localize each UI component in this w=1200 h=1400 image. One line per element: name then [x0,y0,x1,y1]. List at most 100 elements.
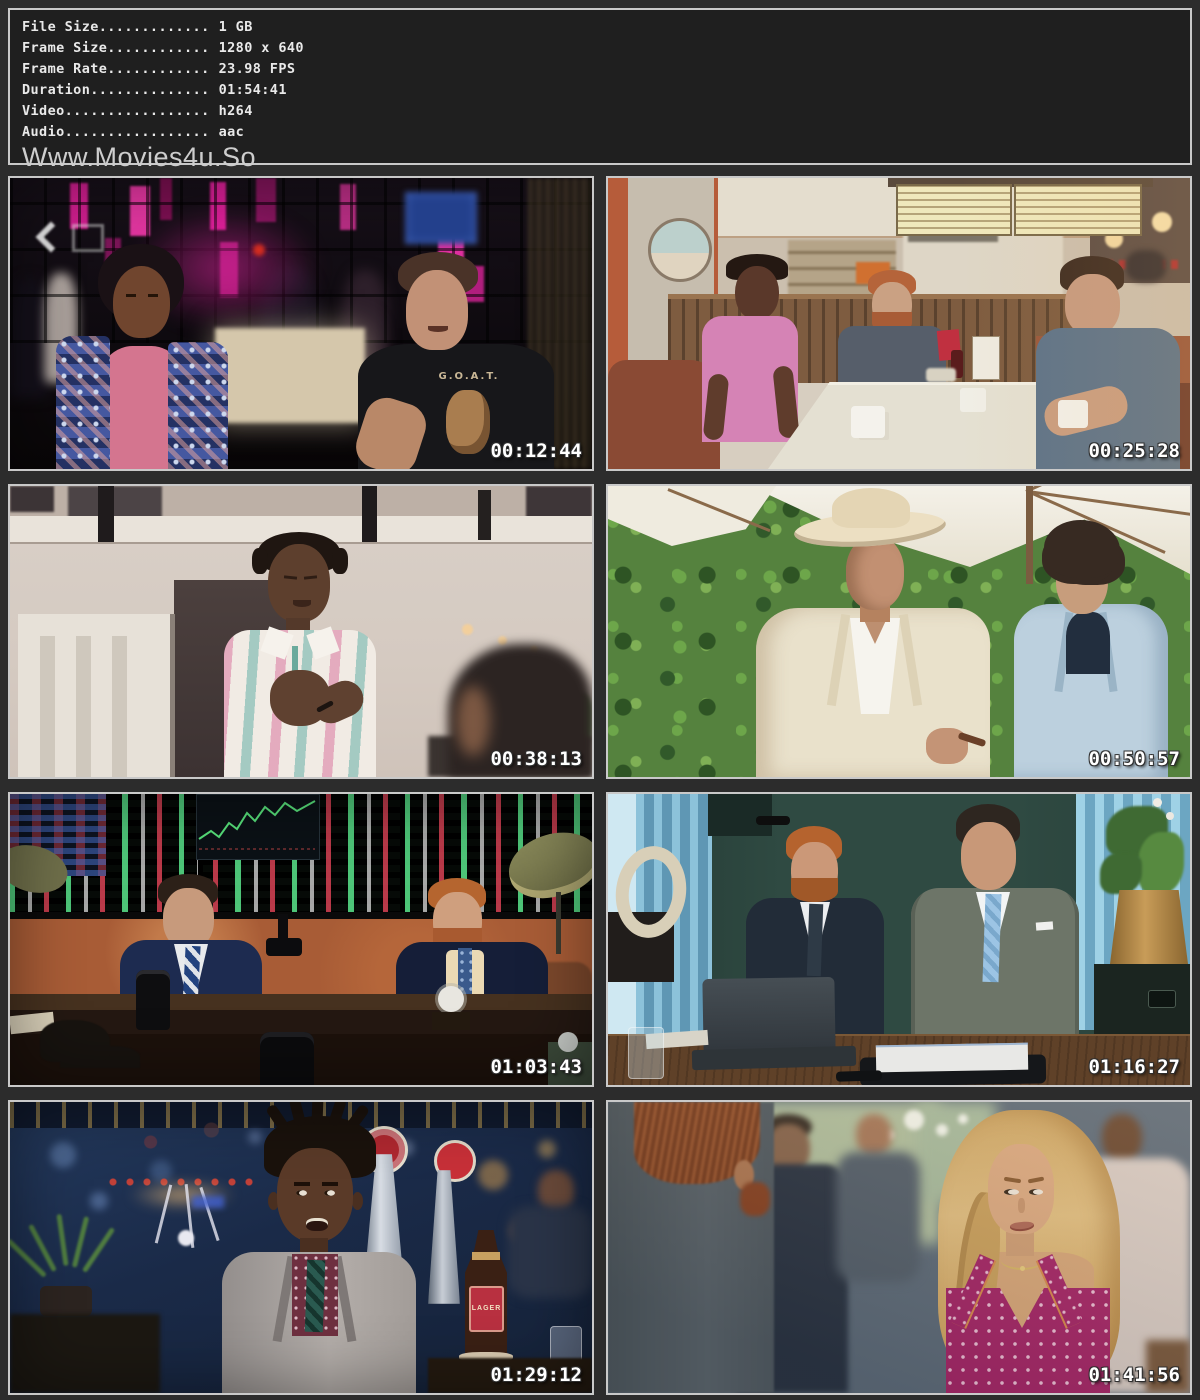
speaker-face [268,544,330,622]
speaker-hair-tuft [252,548,268,574]
wall-camera [266,938,302,956]
dot-leader: ............ [107,61,209,77]
glass-paperweight [558,1032,578,1052]
smartphone [836,1070,882,1082]
screenshot-preview-page: File Size.............1 GB Frame Size...… [0,0,1200,1395]
man-left-patterned-kimono [168,342,228,469]
party-scene [608,1102,1190,1393]
info-line-frame-size: Frame Size............1280 x 640 [22,38,1178,59]
timestamp-overlay: 01:03:43 [490,1056,582,1078]
ginger-dark-tie [807,904,824,976]
dark-beam [708,794,772,836]
dot-leader: .............. [90,82,209,98]
globe-trophy [438,986,464,1012]
black-mug [260,1032,314,1085]
recessed-light [498,636,507,645]
dot-leader: ................. [65,103,210,119]
screenshot-thumbnail-trading-office: 01:03:43 [8,792,594,1087]
info-value: 1280 x 640 [210,40,304,56]
diner-scene [608,178,1190,469]
home-interior-scene [10,486,592,777]
info-label: Frame Rate [22,61,107,77]
door-slat [76,636,91,777]
garden-party-scene [608,486,1190,777]
plant-leaf [1138,832,1184,894]
man-ear [352,1192,363,1210]
teal-striped-tie [305,1260,326,1333]
info-label: Audio [22,124,65,140]
balcony-post [98,486,114,542]
man-brow [322,1182,338,1186]
info-line-audio: Audio.................aac [22,122,1178,143]
screenshot-grid: G.O.A.T. 00:12:44 [8,176,1192,1395]
man-right-face [406,270,468,350]
info-value: aac [210,124,245,140]
side-table [10,1314,160,1393]
light-overlay [608,1102,1190,1393]
man-eye [324,1190,335,1196]
umbrella-canopy-left [608,486,776,546]
man-left-eye [126,294,136,297]
curtain-rod-finial [756,816,790,825]
info-value: 1 GB [210,19,253,35]
man-eye [296,1190,307,1196]
screenshot-thumbnail-home-interior: 00:38:13 [8,484,594,779]
screenshot-thumbnail-party: 01:41:56 [606,1100,1192,1395]
background-patron [508,1206,592,1298]
beer-tap [428,1170,460,1304]
pocket-square [1036,921,1054,930]
tshirt-goat-graphic [446,390,490,454]
info-line-file-size: File Size.............1 GB [22,17,1178,38]
info-value: h264 [210,103,253,119]
info-value: 23.98 FPS [210,61,296,77]
plant-leaf [82,1227,115,1273]
screenshot-thumbnail-office-meeting: 01:16:27 [606,792,1192,1087]
screenshot-thumbnail-garden-party: 00:50:57 [606,484,1192,779]
site-watermark: Www.Movies4u.So [22,143,1178,171]
cena-face [846,536,904,610]
man-left-face [113,266,170,338]
red-light [253,244,265,256]
plant-leaf [56,1214,68,1266]
timestamp-overlay: 01:29:12 [490,1364,582,1386]
info-line-frame-rate: Frame Rate............23.98 FPS [22,59,1178,80]
timestamp-overlay: 00:12:44 [490,440,582,462]
dot-leader: ............. [99,19,210,35]
tshirt-text: G.O.A.T. [434,371,504,382]
dot-leader: ................. [65,124,210,140]
bokeh-light [90,1192,108,1210]
media-info-panel: File Size.............1 GB Frame Size...… [8,8,1192,165]
stock-line-chart [197,795,317,857]
laptop-screen [702,977,835,1055]
info-label: Frame Size [22,40,107,56]
warm-light-overlay [608,178,1190,469]
foreground-listener-cheek [456,686,490,756]
nightclub-scene: G.O.A.T. [10,178,592,469]
black-tumbler [136,970,170,1030]
info-line-video: Video.................h264 [22,101,1178,122]
man-brow [294,1182,310,1186]
board-bottom-bezel [10,912,592,919]
curly-man-navy-tee [1066,612,1110,674]
curly-man-hair [1044,520,1120,578]
recessed-light [462,624,473,635]
man-left-patterned-kimono [56,336,110,469]
timestamp-overlay: 00:50:57 [1088,748,1180,770]
info-label: File Size [22,19,99,35]
plant-leaf [1100,852,1142,894]
door-slat [40,636,55,777]
orchid-bloom [1166,812,1174,820]
cowboy-hat-crown [832,488,910,528]
info-value: 01:54:41 [210,82,287,98]
trophy-base [432,1012,470,1030]
man-open-mouth [306,1218,328,1231]
orchid-bloom [1153,798,1162,807]
info-label: Video [22,103,65,119]
trading-office-scene [10,794,592,1085]
dot-leader: ............ [107,40,209,56]
timestamp-overlay: 00:25:28 [1088,440,1180,462]
bokeh-light [248,1130,262,1144]
blue-neon-glint [192,1196,224,1208]
ginger-beard [791,878,838,902]
club-logo-sign [72,224,104,252]
